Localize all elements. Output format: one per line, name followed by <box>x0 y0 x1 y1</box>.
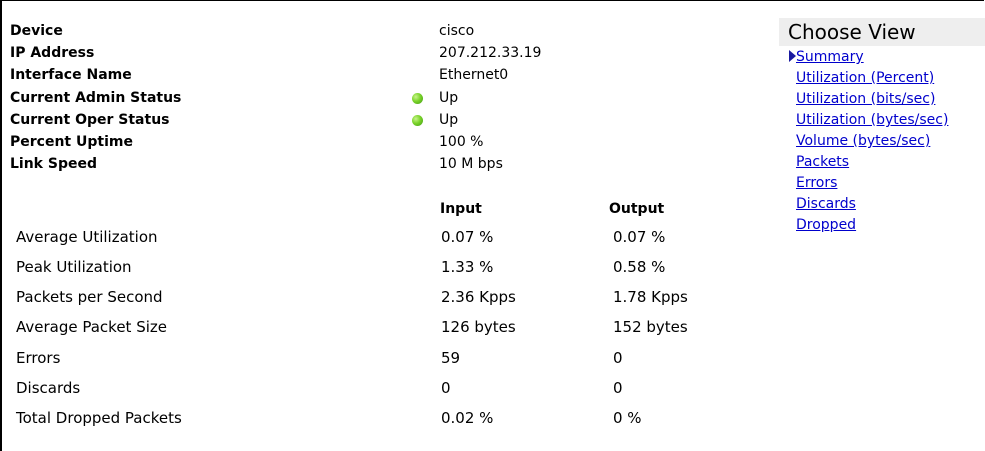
admin-status-value: Up <box>439 90 459 106</box>
ip-address-label: IP Address <box>10 45 95 61</box>
stat-output-average-utilization: 0.07 % <box>613 228 666 246</box>
device-value: cisco <box>439 23 475 39</box>
view-item-errors: Errors <box>779 172 985 193</box>
stat-input-packets-per-second: 2.36 Kpps <box>441 288 516 306</box>
stat-input-average-packet-size: 126 bytes <box>441 318 516 336</box>
stat-input-peak-utilization: 1.33 % <box>441 258 494 276</box>
choose-view-panel: Choose View Summary Utilization (Percent… <box>779 18 985 235</box>
stat-output-peak-utilization: 0.58 % <box>613 258 666 276</box>
view-link-utilization-percent[interactable]: Utilization (Percent) <box>796 70 934 86</box>
view-item-summary: Summary <box>779 46 985 67</box>
view-link-discards[interactable]: Discards <box>796 196 856 212</box>
admin-status-up-icon <box>412 93 423 104</box>
selected-arrow-icon <box>789 50 796 62</box>
view-item-utilization-bits: Utilization (bits/sec) <box>779 88 985 109</box>
view-list: Summary Utilization (Percent) Utilizatio… <box>779 46 985 235</box>
view-link-errors[interactable]: Errors <box>796 175 837 191</box>
device-label: Device <box>10 23 63 39</box>
link-speed-label: Link Speed <box>10 156 97 172</box>
stat-label-total-dropped-packets: Total Dropped Packets <box>16 409 182 427</box>
stat-label-errors: Errors <box>16 349 61 367</box>
interface-name-value: Ethernet0 <box>439 67 509 83</box>
stat-input-average-utilization: 0.07 % <box>441 228 494 246</box>
choose-view-title: Choose View <box>779 18 985 46</box>
stat-input-discards: 0 <box>441 379 451 397</box>
view-link-volume[interactable]: Volume (bytes/sec) <box>796 133 930 149</box>
view-item-dropped: Dropped <box>779 214 985 235</box>
view-link-packets[interactable]: Packets <box>796 154 849 170</box>
interface-name-label: Interface Name <box>10 67 132 83</box>
link-speed-value: 10 M bps <box>439 156 503 172</box>
stat-output-packets-per-second: 1.78 Kpps <box>613 288 688 306</box>
stat-label-discards: Discards <box>16 379 81 397</box>
oper-status-up-icon <box>412 115 423 126</box>
percent-uptime-label: Percent Uptime <box>10 134 133 150</box>
output-column-header: Output <box>609 201 665 217</box>
percent-uptime-value: 100 % <box>439 134 484 150</box>
ip-address-value: 207.212.33.19 <box>439 45 542 61</box>
stat-label-peak-utilization: Peak Utilization <box>16 258 132 276</box>
stat-output-discards: 0 <box>613 379 623 397</box>
stat-input-errors: 59 <box>441 349 461 367</box>
view-item-volume: Volume (bytes/sec) <box>779 130 985 151</box>
view-item-discards: Discards <box>779 193 985 214</box>
stat-output-total-dropped-packets: 0 % <box>613 409 642 427</box>
view-link-utilization-bits[interactable]: Utilization (bits/sec) <box>796 91 935 107</box>
view-link-utilization-bytes[interactable]: Utilization (bytes/sec) <box>796 112 948 128</box>
view-link-summary[interactable]: Summary <box>796 49 864 65</box>
stat-output-average-packet-size: 152 bytes <box>613 318 688 336</box>
input-column-header: Input <box>440 201 482 217</box>
admin-status-label: Current Admin Status <box>10 90 182 106</box>
view-item-packets: Packets <box>779 151 985 172</box>
stat-input-total-dropped-packets: 0.02 % <box>441 409 494 427</box>
stat-label-average-utilization: Average Utilization <box>16 228 158 246</box>
view-item-utilization-bytes: Utilization (bytes/sec) <box>779 109 985 130</box>
view-item-utilization-percent: Utilization (Percent) <box>779 67 985 88</box>
stat-label-average-packet-size: Average Packet Size <box>16 318 167 336</box>
view-link-dropped[interactable]: Dropped <box>796 217 856 233</box>
stat-output-errors: 0 <box>613 349 623 367</box>
oper-status-value: Up <box>439 112 459 128</box>
oper-status-label: Current Oper Status <box>10 112 170 128</box>
stat-label-packets-per-second: Packets per Second <box>16 288 163 306</box>
